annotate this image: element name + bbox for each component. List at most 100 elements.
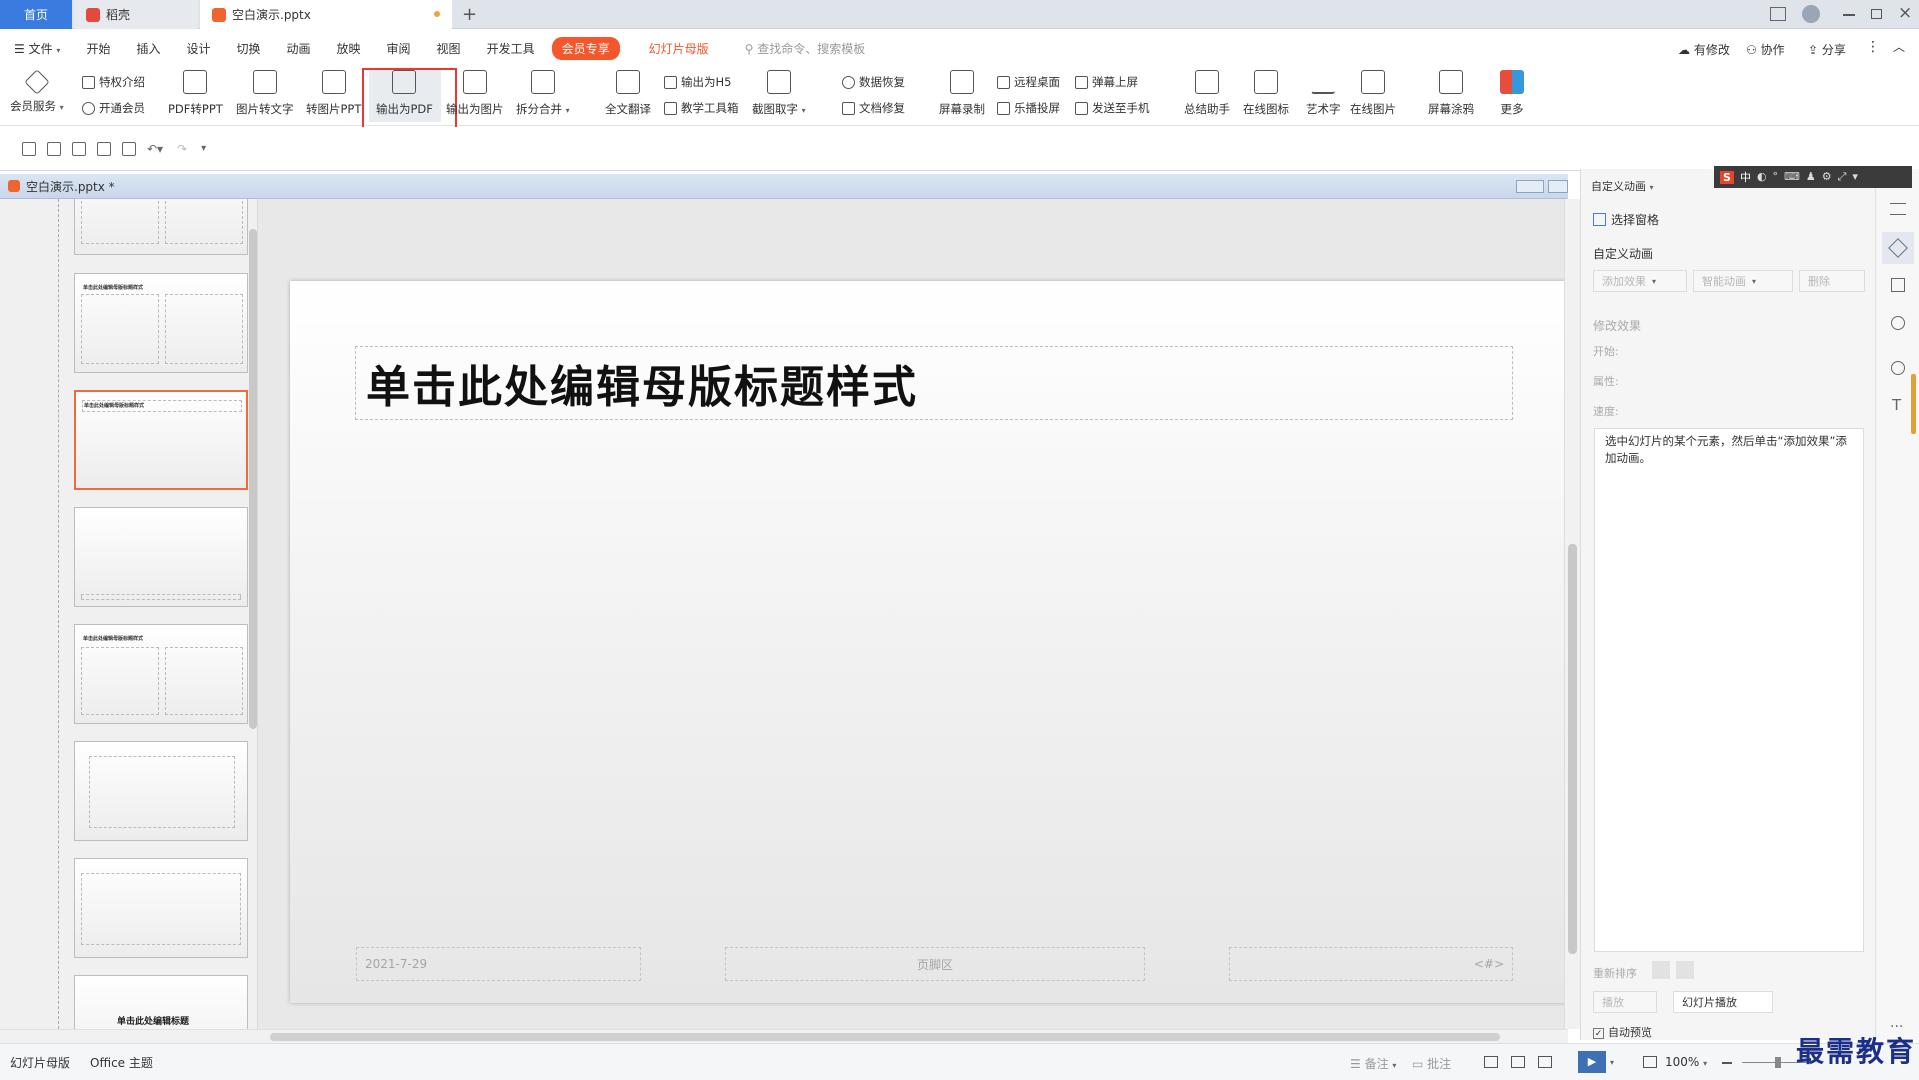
menu-animation[interactable]: 动画: [274, 40, 324, 57]
print-icon[interactable]: [97, 141, 111, 156]
doc-restore-icon[interactable]: [1548, 180, 1568, 193]
slide-thumbnail-4[interactable]: [74, 507, 248, 607]
theme-name[interactable]: Office 主题: [90, 1054, 153, 1071]
footer-placeholder[interactable]: 页脚区: [725, 947, 1145, 981]
zoom-slider-handle[interactable]: [1775, 1057, 1781, 1068]
hscroll-thumb[interactable]: [270, 1033, 1500, 1041]
zoom-level[interactable]: 100% ▾: [1665, 1055, 1707, 1069]
slide-thumbnail-1[interactable]: [74, 199, 248, 255]
add-effect-button[interactable]: 添加效果 ▾: [1593, 270, 1687, 292]
notes-button[interactable]: ☰ 备注 ▾: [1350, 1055, 1396, 1072]
menu-slideshow[interactable]: 放映: [324, 40, 374, 57]
online-pic-button[interactable]: 在线图片: [1350, 70, 1396, 117]
menu-transition[interactable]: 切换: [223, 40, 273, 57]
properties-icon[interactable]: [1890, 203, 1906, 215]
tab-home[interactable]: 首页: [0, 0, 72, 29]
new-tab-button[interactable]: +: [462, 0, 477, 29]
slide-switch-icon[interactable]: [1891, 278, 1905, 292]
menu-file[interactable]: ☰ 文件 ▾: [0, 40, 73, 57]
screen-record-button[interactable]: 屏幕录制: [939, 70, 985, 117]
redo-icon[interactable]: ↷: [177, 142, 187, 156]
menu-view[interactable]: 视图: [424, 40, 474, 57]
thumb-scrollbar[interactable]: [249, 229, 257, 729]
pdf-to-ppt-button[interactable]: PDF转PPT: [168, 70, 223, 117]
slide-thumbnail-6[interactable]: [74, 741, 248, 841]
save-icon[interactable]: [47, 141, 61, 156]
menu-vip[interactable]: 会员专享: [551, 36, 620, 60]
collab-button[interactable]: ⚇ 协作: [1746, 41, 1785, 58]
command-search[interactable]: ⚲ 查找命令、搜索模板: [732, 40, 879, 57]
slide-thumbnail-7[interactable]: [74, 858, 248, 958]
cast-button[interactable]: 乐播投屏: [997, 100, 1060, 116]
has-changes-button[interactable]: ☁ 有修改: [1678, 41, 1730, 58]
auto-preview-checkbox[interactable]: ✓ 自动预览: [1593, 1024, 1652, 1040]
fit-window-icon[interactable]: [1643, 1056, 1657, 1068]
ime-toolbar[interactable]: S 中 ◐°⌨♟⚙⤢▾: [1714, 166, 1912, 188]
share-button[interactable]: ⇪ 分享: [1808, 41, 1846, 58]
doc-minimize-icon[interactable]: [1516, 180, 1544, 193]
panel-header[interactable]: 自定义动画 ▾: [1591, 178, 1654, 194]
close-icon[interactable]: ×: [1898, 3, 1912, 23]
more-menu-icon[interactable]: ⋮: [1866, 39, 1880, 55]
menu-insert[interactable]: 插入: [123, 40, 173, 57]
menu-slide-master[interactable]: 幻灯片母版: [636, 40, 722, 57]
image-ppt-button[interactable]: 转图片PPT: [306, 70, 361, 117]
tab-docer[interactable]: 稻壳: [74, 0, 198, 29]
title-placeholder[interactable]: 单击此处编辑母版标题样式: [355, 346, 1513, 420]
online-icon-button[interactable]: 在线图标: [1243, 70, 1289, 117]
send-phone-button[interactable]: 发送至手机: [1075, 100, 1150, 116]
play-dropdown-icon[interactable]: ▾: [1610, 1058, 1614, 1067]
export-icon[interactable]: [72, 141, 86, 156]
tab-document[interactable]: 空白演示.pptx: [200, 0, 452, 29]
delete-effect-button[interactable]: 删除: [1799, 270, 1865, 292]
zoom-out-icon[interactable]: [1722, 1062, 1732, 1064]
data-recover-button[interactable]: 数据恢复: [842, 74, 905, 90]
collapse-ribbon-icon[interactable]: ︿: [1893, 38, 1905, 55]
customize-toolbar-icon[interactable]: ▾: [201, 143, 206, 154]
slide-thumbnail-5[interactable]: 单击此处编辑母版标题样式: [74, 624, 248, 724]
more-button[interactable]: 更多: [1500, 70, 1524, 117]
play-slideshow-icon[interactable]: ▶: [1578, 1051, 1606, 1073]
new-icon[interactable]: [22, 141, 36, 156]
crop-text-button[interactable]: 截图取字 ▾: [752, 70, 806, 117]
slide-thumbnail-2[interactable]: 单击此处编辑母版标题样式: [74, 273, 248, 373]
normal-view-icon[interactable]: [1484, 1056, 1498, 1068]
restore-icon[interactable]: [1871, 9, 1882, 19]
menu-review[interactable]: 审阅: [374, 40, 424, 57]
screen-draw-button[interactable]: 屏幕涂鸦: [1428, 70, 1474, 117]
sorter-view-icon[interactable]: [1511, 1056, 1525, 1068]
avatar[interactable]: [1802, 5, 1820, 23]
menu-developer[interactable]: 开发工具: [474, 40, 548, 57]
date-placeholder[interactable]: 2021-7-29: [356, 947, 641, 981]
split-merge-button[interactable]: 拆分合并 ▾: [516, 70, 570, 117]
slide-thumbnail-3-selected[interactable]: 单击此处编辑母版标题样式: [74, 390, 248, 490]
slide-thumbnail-8[interactable]: 单击此处编辑标题: [74, 975, 248, 1029]
privilege-button[interactable]: 特权介绍: [82, 74, 145, 90]
export-h5-button[interactable]: 输出为H5: [664, 74, 731, 90]
canvas-scroll-thumb[interactable]: [1568, 544, 1577, 954]
open-vip-button[interactable]: 开通会员: [82, 100, 145, 116]
export-image-button[interactable]: 输出为图片: [446, 70, 504, 117]
slideshow-button[interactable]: 幻灯片播放: [1673, 991, 1773, 1013]
print-preview-icon[interactable]: [122, 141, 136, 156]
minimize-icon[interactable]: [1843, 14, 1855, 16]
translate-button[interactable]: 全文翻译: [605, 70, 651, 117]
wordart-button[interactable]: 艺术字: [1306, 70, 1341, 117]
summary-button[interactable]: 总结助手: [1184, 70, 1230, 117]
move-up-icon[interactable]: [1652, 961, 1670, 979]
slide-number-placeholder[interactable]: <#>: [1229, 947, 1513, 981]
canvas-horizontal-scrollbar[interactable]: [0, 1029, 1568, 1043]
barrage-button[interactable]: 弹幕上屏: [1075, 74, 1138, 90]
reading-view-icon[interactable]: [1538, 1056, 1552, 1068]
canvas-vertical-scrollbar[interactable]: [1564, 199, 1580, 1029]
smart-animation-button[interactable]: 智能动画 ▾: [1693, 270, 1793, 292]
menu-start[interactable]: 开始: [73, 40, 123, 57]
selection-pane-button[interactable]: 选择窗格: [1593, 211, 1659, 228]
undo-icon[interactable]: ↶▾: [147, 142, 163, 156]
move-down-icon[interactable]: [1676, 961, 1694, 979]
play-button[interactable]: 播放: [1593, 991, 1657, 1013]
comments-button[interactable]: ▭ 批注: [1412, 1055, 1451, 1072]
menu-design[interactable]: 设计: [173, 40, 223, 57]
image-to-text-button[interactable]: 图片转文字: [236, 70, 294, 117]
doc-repair-button[interactable]: 文档修复: [842, 100, 905, 116]
